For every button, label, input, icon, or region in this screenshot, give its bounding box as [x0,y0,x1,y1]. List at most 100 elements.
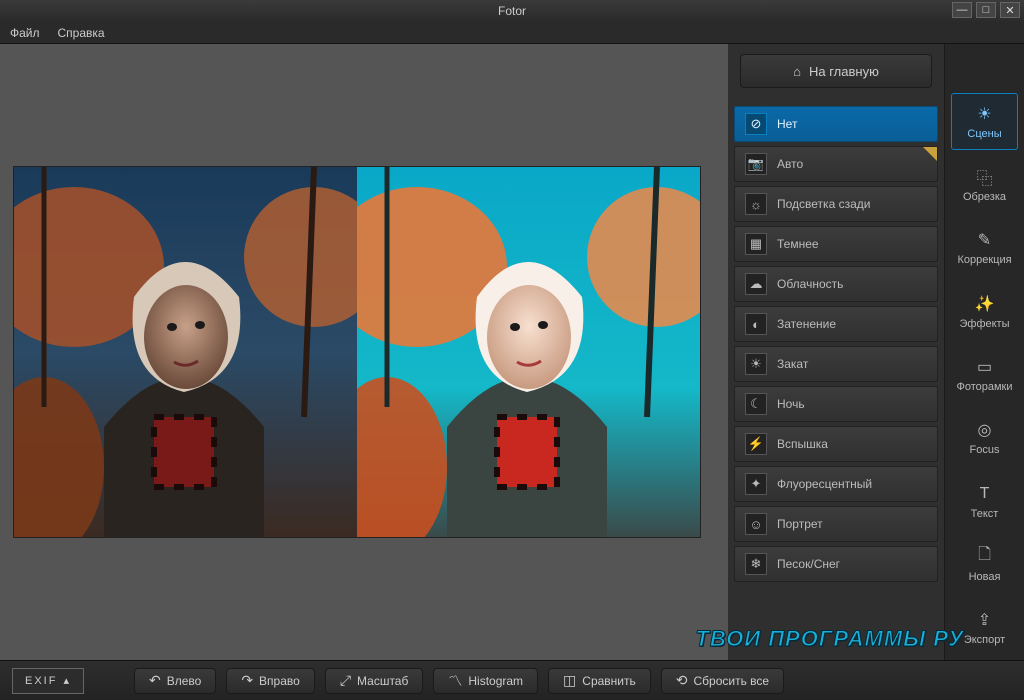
tool-экспорт[interactable]: ⇪ Экспорт [951,600,1018,657]
tool-icon: ✨ [975,294,995,314]
rotate-left-icon: ↶ [149,672,161,689]
tool-сцены[interactable]: ☀ Сцены [951,93,1018,150]
window-controls: — □ ✕ [952,2,1020,18]
scene-label: Песок/Снег [777,557,840,571]
image-after [357,167,700,537]
tool-коррекция[interactable]: ✎ Коррекция [951,220,1018,277]
scene-item-2[interactable]: ☼Подсветка сзади [734,186,938,222]
reset-icon: ⟲ [676,672,688,689]
tool-icon: ⇪ [975,610,995,630]
scene-icon: 📷 [745,153,767,175]
tool-новая[interactable]: 🗋 Новая [951,536,1018,593]
menu-file[interactable]: Файл [10,26,40,40]
scene-icon: ◐ [745,313,767,335]
zoom-button[interactable]: ⤢ Масштаб [325,668,424,694]
menu-help[interactable]: Справка [58,26,105,40]
window-maximize-button[interactable]: □ [976,2,996,18]
tool-label: Экспорт [964,634,1005,646]
tool-label: Текст [971,508,999,520]
window-titlebar: Fotor — □ ✕ [0,0,1024,22]
scene-icon: ▦ [745,233,767,255]
scene-label: Флуоресцентный [777,477,872,491]
tool-icon: ✎ [975,230,995,250]
scene-list: ⊘ Нет 📷 Авто ☼Подсветка сзади ▦ Темнее ☁ Облачно… [728,100,944,588]
tool-icon: ▭ [975,357,995,377]
scene-item-7[interactable]: ☾ Ночь [734,386,938,422]
rotate-right-label: Вправо [259,674,300,688]
scene-item-8[interactable]: ⚡Вспышка [734,426,938,462]
tool-label: Сцены [967,128,1001,140]
scene-icon: ⊘ [745,113,767,135]
compare-icon: ◫ [563,672,576,689]
tool-label: Обрезка [963,191,1006,203]
tools-sidebar: ☀ Сцены ⿻ Обрезка ✎ Коррекция ✨ Эффекты ▭ Фоторам… [944,44,1024,660]
histogram-label: Histogram [468,674,523,688]
scene-item-4[interactable]: ☁ Облачность [734,266,938,302]
right-panel: ⌂ На главную ⊘ Нет 📷 Авто ☼Подсветка сзади ▦ Т… [728,44,1024,660]
rotate-right-icon: ↷ [241,672,253,689]
tool-icon: ☀ [975,104,995,124]
scene-label: Облачность [777,277,843,291]
compare-label: Сравнить [582,674,635,688]
reset-label: Сбросить все [693,674,769,688]
compare-button[interactable]: ◫ Сравнить [548,668,651,694]
home-icon: ⌂ [793,64,801,79]
scene-item-11[interactable]: ❄Песок/Снег [734,546,938,582]
image-before [14,167,357,537]
scene-item-1[interactable]: 📷 Авто [734,146,938,182]
image-compare[interactable] [14,167,700,537]
scene-label: Затенение [777,317,836,331]
home-button[interactable]: ⌂ На главную [740,54,932,88]
exif-button[interactable]: EXIF ▴ [12,668,84,694]
scene-label: Авто [777,157,803,171]
menu-bar: Файл Справка [0,22,1024,44]
exif-label: EXIF [25,675,57,687]
tool-label: Коррекция [957,254,1011,266]
scene-label: Нет [777,117,797,131]
scene-label: Темнее [777,237,819,251]
tool-label: Фоторамки [956,381,1012,393]
tool-icon: T [975,484,995,504]
histogram-button[interactable]: 〽 Histogram [433,668,538,694]
home-label: На главную [809,64,879,79]
scene-item-3[interactable]: ▦ Темнее [734,226,938,262]
rotate-right-button[interactable]: ↷ Вправо [226,668,315,694]
tool-focus[interactable]: ◎ Focus [951,410,1018,467]
tool-icon: 🗋 [975,547,995,567]
scene-icon: ☀ [745,353,767,375]
tool-обрезка[interactable]: ⿻ Обрезка [951,156,1018,213]
tool-эффекты[interactable]: ✨ Эффекты [951,283,1018,340]
scene-item-9[interactable]: ✦Флуоресцентный [734,466,938,502]
scene-icon: ☁ [745,273,767,295]
rotate-left-label: Влево [167,674,202,688]
tool-icon: ⿻ [975,167,995,187]
scene-label: Подсветка сзади [777,197,870,211]
tool-icon: ◎ [975,420,995,440]
scene-label: Ночь [777,397,805,411]
scene-item-10[interactable]: ☺ Портрет [734,506,938,542]
tool-текст[interactable]: T Текст [951,473,1018,530]
histogram-icon: 〽 [448,671,462,691]
tool-фоторамки[interactable]: ▭ Фоторамки [951,346,1018,403]
rotate-left-button[interactable]: ↶ Влево [134,668,216,694]
scene-item-0[interactable]: ⊘ Нет [734,106,938,142]
scene-label: Закат [777,357,808,371]
scene-item-6[interactable]: ☀ Закат [734,346,938,382]
scene-corner-badge [923,147,937,161]
tool-label: Новая [969,571,1001,583]
canvas-area [0,44,728,660]
zoom-label: Масштаб [357,674,408,688]
scene-item-5[interactable]: ◐ Затенение [734,306,938,342]
scene-label: Портрет [777,517,823,531]
reset-button[interactable]: ⟲ Сбросить все [661,668,784,694]
zoom-icon: ⤢ [340,672,351,689]
window-minimize-button[interactable]: — [952,2,972,18]
scene-icon: ☾ [745,393,767,415]
scene-icon: ☺ [745,513,767,535]
window-close-button[interactable]: ✕ [1000,2,1020,18]
window-title: Fotor [498,4,526,18]
tool-label: Эффекты [959,318,1009,330]
scene-label: Вспышка [777,437,828,451]
bottom-toolbar: EXIF ▴ ↶ Влево ↷ Вправо ⤢ Масштаб 〽 Histogra… [0,660,1024,700]
tool-label: Focus [970,444,1000,456]
